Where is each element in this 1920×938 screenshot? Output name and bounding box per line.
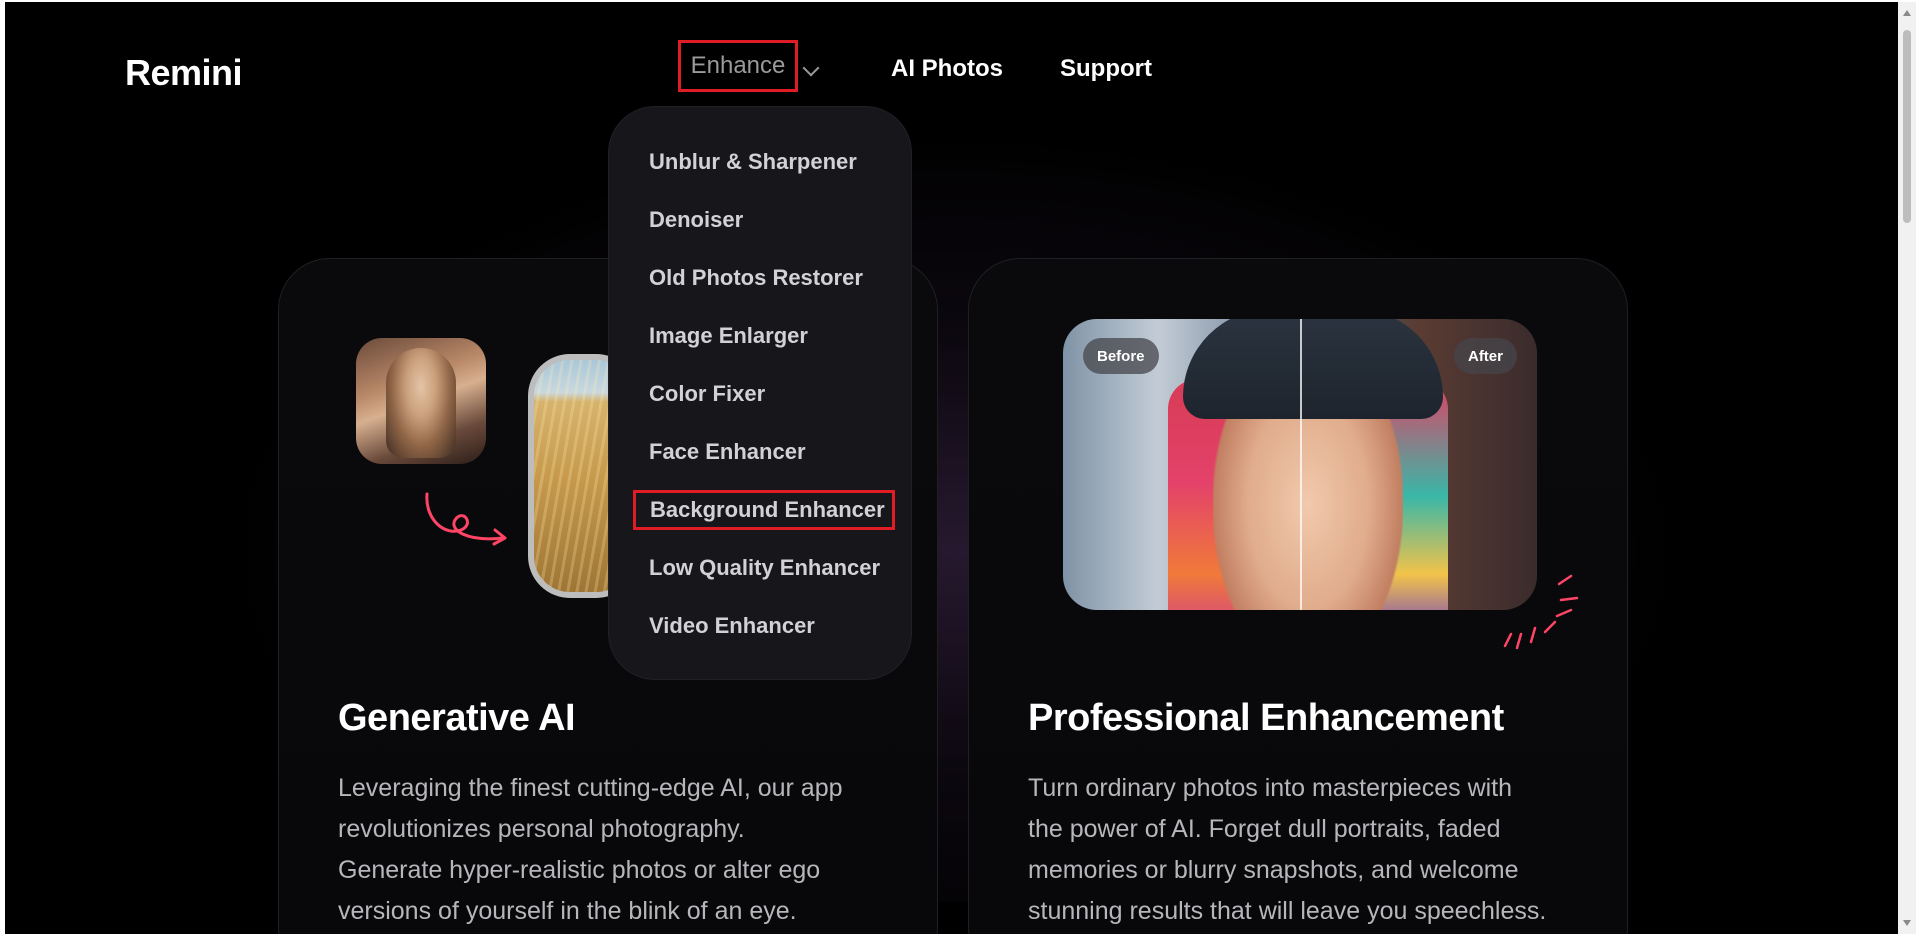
scrollbar-thumb[interactable] [1903, 30, 1911, 223]
dropdown-item-unblur-sharpener[interactable]: Unblur & Sharpener [649, 149, 857, 175]
dropdown-item-color-fixer[interactable]: Color Fixer [649, 381, 765, 407]
sparkle-icon [1503, 574, 1579, 650]
nav-enhance[interactable]: Enhance [678, 40, 798, 92]
nav-enhance-label: Enhance [690, 52, 786, 79]
dropdown-item-face-enhancer[interactable]: Face Enhancer [649, 439, 806, 465]
chevron-down-icon[interactable] [802, 59, 820, 77]
remini-logo[interactable]: Remini [125, 52, 243, 94]
card-text-line: Leveraging the finest cutting-edge AI, o… [338, 774, 843, 802]
card-text-line: memories or blurry snapshots, and welcom… [1028, 856, 1519, 884]
before-badge: Before [1083, 338, 1159, 374]
dropdown-item-old-photos-restorer[interactable]: Old Photos Restorer [649, 265, 863, 291]
card-text-line: revolutionizes personal photography. [338, 815, 745, 843]
before-after-image: Before After [1063, 319, 1537, 610]
card-text-professional-enhancement: Turn ordinary photos into masterpieces w… [1028, 768, 1546, 932]
card-text-line: versions of yourself in the blink of an … [338, 897, 797, 925]
scroll-up-arrow-icon[interactable] [1903, 10, 1911, 16]
compare-divider[interactable] [1300, 319, 1302, 610]
dropdown-item-denoiser[interactable]: Denoiser [649, 207, 743, 233]
vertical-scrollbar[interactable] [1898, 2, 1916, 934]
dropdown-item-video-enhancer[interactable]: Video Enhancer [649, 613, 815, 639]
cap-image [1183, 319, 1443, 419]
page-viewport: Remini Enhance AI Photos Support Generat… [5, 2, 1898, 934]
nav-ai-photos[interactable]: AI Photos [891, 55, 1003, 83]
card-text-line: stunning results that will leave you spe… [1028, 897, 1547, 925]
scroll-down-arrow-icon[interactable] [1903, 920, 1911, 926]
curly-arrow-icon [425, 492, 507, 546]
card-text-line: Turn ordinary photos into masterpieces w… [1028, 774, 1513, 802]
dropdown-item-background-enhancer[interactable]: Background Enhancer [633, 490, 895, 530]
after-badge: After [1453, 338, 1517, 374]
nav-support[interactable]: Support [1060, 55, 1152, 83]
enhance-dropdown-menu: Unblur & Sharpener Denoiser Old Photos R… [609, 107, 911, 679]
card-title-professional-enhancement: Professional Enhancement [1028, 697, 1504, 739]
portrait-thumbnail [356, 338, 486, 464]
dropdown-item-image-enlarger[interactable]: Image Enlarger [649, 323, 808, 349]
card-text-generative-ai: Leveraging the finest cutting-edge AI, o… [338, 768, 843, 932]
card-text-line: Generate hyper-realistic photos or alter… [338, 856, 821, 884]
card-text-line: the power of AI. Forget dull portraits, … [1028, 815, 1501, 843]
dropdown-item-low-quality-enhancer[interactable]: Low Quality Enhancer [649, 555, 880, 581]
card-title-generative-ai: Generative AI [338, 697, 576, 739]
